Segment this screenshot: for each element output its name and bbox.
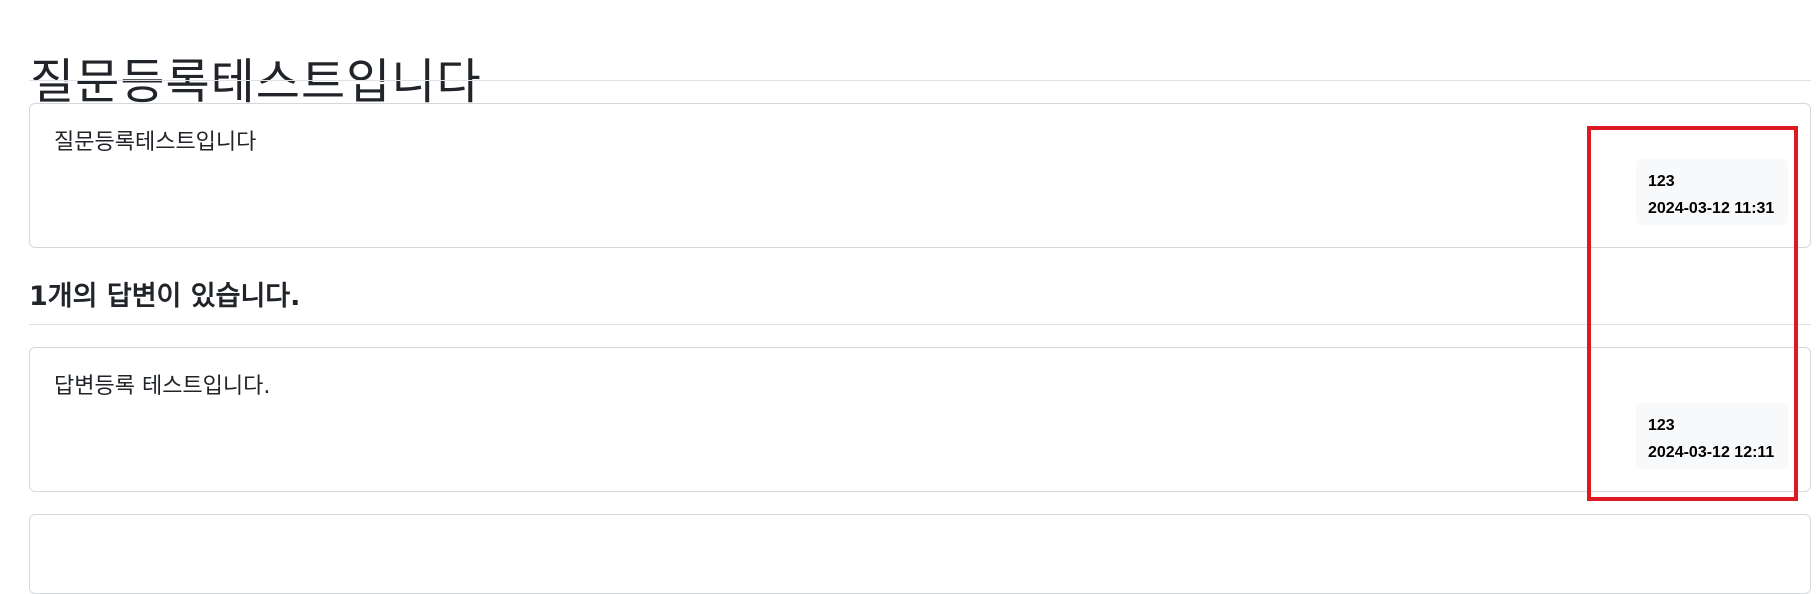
answer-created-at: 2024-03-12 12:11 xyxy=(1648,444,1775,461)
question-author: 123 xyxy=(1648,173,1675,190)
answer-author: 123 xyxy=(1648,417,1675,434)
question-card: 질문등록테스트입니다 123 2024-03-12 11:31 xyxy=(29,103,1811,248)
question-created-at: 2024-03-12 11:31 xyxy=(1648,200,1775,217)
answer-meta-badge: 123 2024-03-12 12:11 xyxy=(1636,403,1788,469)
question-content: 질문등록테스트입니다 xyxy=(54,130,257,155)
question-meta-badge: 123 2024-03-12 11:31 xyxy=(1636,159,1788,225)
answer-count-heading: 1개의 답변이 있습니다. xyxy=(29,281,301,312)
answer-form-card xyxy=(29,514,1811,594)
answer-divider xyxy=(29,324,1811,325)
title-divider xyxy=(29,80,1811,81)
answer-card: 답변등록 테스트입니다. 123 2024-03-12 12:11 xyxy=(29,347,1811,492)
answer-content: 답변등록 테스트입니다. xyxy=(54,374,271,399)
